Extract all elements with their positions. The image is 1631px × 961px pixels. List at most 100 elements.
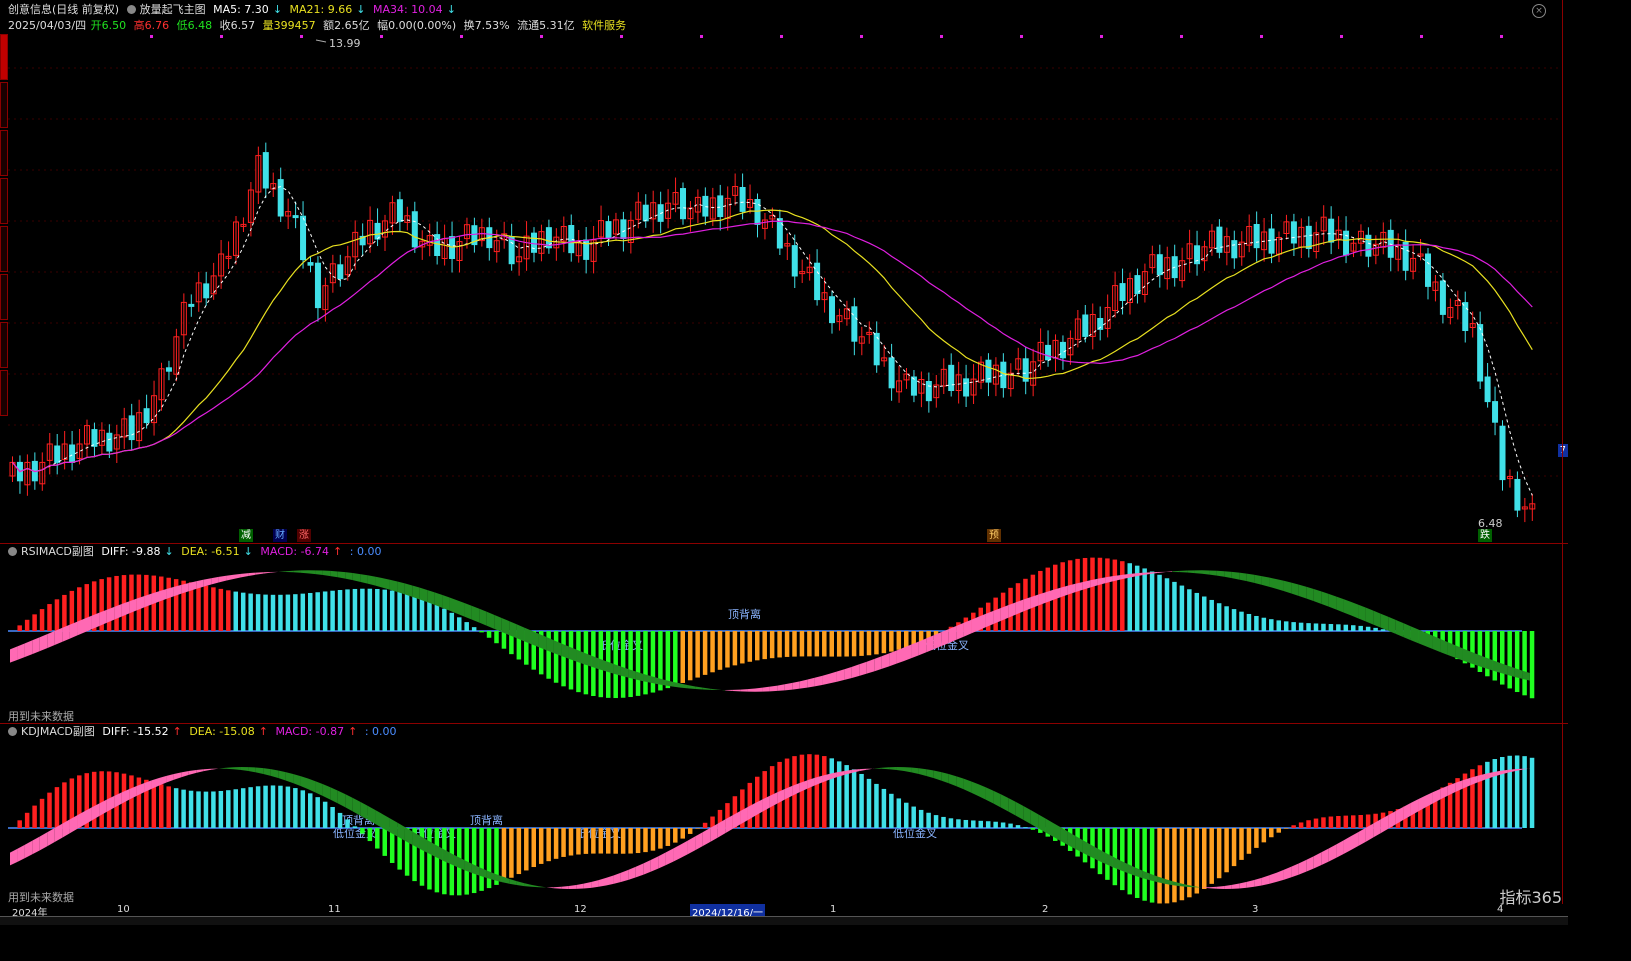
- diff-dea-band: [762, 686, 770, 692]
- macd-bar: [1254, 615, 1259, 631]
- left-tab-4[interactable]: [0, 178, 8, 224]
- peak-pointer: [315, 39, 327, 43]
- candle-body: [203, 283, 210, 299]
- diff-dea-band: [345, 572, 353, 581]
- macd-bar: [889, 793, 894, 828]
- candle-body: [963, 378, 970, 397]
- signal-dot: [150, 35, 153, 38]
- diff-dea-band: [1403, 623, 1411, 641]
- diff-dea-band: [933, 770, 942, 781]
- left-side-tabs[interactable]: [0, 34, 8, 454]
- diff-dea-band: [1358, 604, 1366, 622]
- left-tab-6[interactable]: [0, 274, 8, 320]
- macd-bar: [1321, 817, 1326, 828]
- macd-bar: [442, 608, 447, 631]
- macd-bar: [933, 815, 939, 828]
- rsimacd-chart[interactable]: 顶背离 低位金叉 低位金叉: [0, 544, 1568, 723]
- left-tab-8[interactable]: [0, 370, 8, 416]
- macd-bar: [434, 828, 440, 893]
- bottom-indicator-tab-bar[interactable]: [0, 916, 1568, 925]
- macd-bar: [889, 631, 894, 652]
- diff-dea-band: [643, 859, 651, 875]
- macd-bar: [628, 828, 633, 854]
- diff-dea-band: [1328, 593, 1337, 610]
- diff-dea-band: [1246, 880, 1255, 888]
- macd-bar: [904, 631, 909, 648]
- macd-bar: [717, 631, 723, 670]
- diff-dea-band: [449, 597, 457, 614]
- macd-bar: [375, 589, 380, 631]
- diff-dea-band: [337, 790, 346, 808]
- diff-dea-band: [896, 647, 904, 664]
- diff-dea-band: [1425, 632, 1433, 650]
- main-candlestick-chart[interactable]: 13.99 6.48: [0, 0, 1568, 543]
- macd-bar: [1090, 557, 1095, 631]
- macd-bar: [1254, 828, 1259, 848]
- diff-dea-band: [926, 769, 934, 779]
- macd-bar: [218, 790, 224, 828]
- diff-dea-band: [1202, 570, 1210, 575]
- macd-bar: [1529, 631, 1535, 699]
- left-tab-1[interactable]: [0, 34, 8, 80]
- macd-bar: [941, 816, 946, 828]
- diff-dea-band: [240, 766, 249, 772]
- diff-dea-band: [293, 773, 301, 787]
- macd-bar: [822, 756, 827, 828]
- candle-body: [776, 218, 783, 249]
- macd-bar: [1514, 755, 1520, 828]
- macd-bar: [1030, 828, 1036, 830]
- diff-dea-band: [322, 784, 331, 800]
- main-chart-panel[interactable]: 创意信息(日线 前复权) 放量起飞主图 MA5: 7.30 ↓ MA21: 9.6…: [0, 0, 1568, 543]
- left-tab-3[interactable]: [0, 130, 8, 176]
- diff-dea-band: [278, 571, 286, 573]
- signal-dot: [780, 35, 783, 38]
- diff-dea-band: [308, 778, 316, 793]
- macd-bar: [613, 828, 618, 854]
- left-tab-2[interactable]: [0, 82, 8, 128]
- diff-dea-band: [881, 653, 890, 669]
- candle-body: [277, 179, 284, 217]
- left-tab-5[interactable]: [0, 226, 8, 272]
- diff-dea-band: [673, 681, 681, 688]
- macd-bar: [1269, 619, 1274, 631]
- macd-bar: [1298, 822, 1304, 828]
- macd-bar: [1194, 592, 1200, 631]
- macd-bar: [509, 828, 514, 878]
- macd-bar: [240, 592, 246, 631]
- macd-bar: [255, 786, 261, 828]
- macd-bar: [784, 631, 790, 657]
- diff-dea-band: [1172, 570, 1180, 573]
- diff-dea-band: [464, 602, 472, 620]
- kdjmacd-chart[interactable]: 顶背离 低位金叉 低位金叉 顶背离 低位金叉 低位金叉: [0, 724, 1568, 904]
- candle-body: [292, 215, 299, 219]
- macd-bar: [680, 631, 685, 683]
- macd-bar: [687, 828, 693, 834]
- candle-body: [314, 262, 321, 309]
- macd-bar: [47, 792, 52, 828]
- diff-dea-band: [1321, 848, 1329, 866]
- macd-bar: [1142, 828, 1147, 901]
- rsimacd-panel[interactable]: RSIMACD副图 DIFF: -9.88 ↓ DEA: -6.51 ↓ MACD:…: [0, 544, 1568, 723]
- kdjmacd-panel[interactable]: KDJMACD副图 DIFF: -15.52 ↑ DEA: -15.08 ↑ MAC…: [0, 724, 1568, 904]
- diff-dea-band: [725, 689, 733, 691]
- diff-dea-band: [1432, 788, 1441, 804]
- diff-dea-band: [1209, 886, 1217, 889]
- diff-dea-band: [904, 767, 912, 773]
- macd-bar: [203, 585, 209, 631]
- macd-bar: [17, 625, 22, 631]
- diff-dea-band: [293, 570, 301, 573]
- macd-bar: [1485, 761, 1490, 828]
- diff-dea-band: [822, 673, 830, 685]
- macd-bar: [1492, 631, 1498, 681]
- macd-bar: [1507, 755, 1512, 828]
- diff-dea-band: [211, 576, 219, 585]
- diff-dea-band: [1522, 670, 1530, 681]
- diff-dea-band: [32, 637, 40, 655]
- left-tab-7[interactable]: [0, 322, 8, 368]
- diff-dea-band: [516, 881, 525, 887]
- xaxis-label-3: 3: [1252, 904, 1259, 915]
- candle-body: [1082, 314, 1089, 337]
- diff-dea-band: [1425, 792, 1433, 808]
- diff-dea-band: [1395, 619, 1404, 637]
- macd-bar: [337, 590, 343, 631]
